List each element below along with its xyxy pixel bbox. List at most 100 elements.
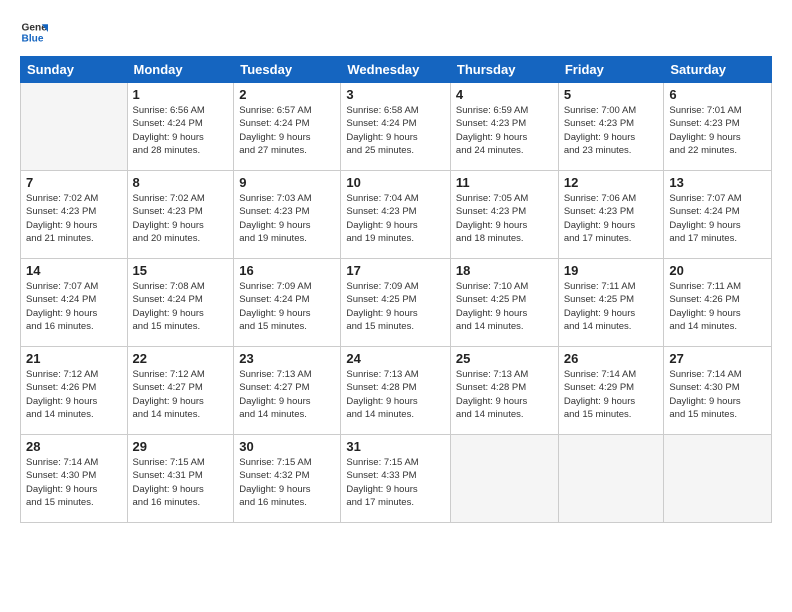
day-info: Sunrise: 6:57 AM Sunset: 4:24 PM Dayligh… <box>239 104 335 157</box>
day-info: Sunrise: 6:58 AM Sunset: 4:24 PM Dayligh… <box>346 104 445 157</box>
day-header-tuesday: Tuesday <box>234 57 341 83</box>
day-number: 19 <box>564 263 659 278</box>
calendar-cell <box>450 435 558 523</box>
day-number: 13 <box>669 175 766 190</box>
week-row-1: 1 Sunrise: 6:56 AM Sunset: 4:24 PM Daylig… <box>21 83 772 171</box>
week-row-5: 28 Sunrise: 7:14 AM Sunset: 4:30 PM Dayli… <box>21 435 772 523</box>
day-info: Sunrise: 7:05 AM Sunset: 4:23 PM Dayligh… <box>456 192 553 245</box>
calendar-cell: 5Sunrise: 7:00 AM Sunset: 4:23 PM Daylig… <box>558 83 664 171</box>
day-number: 25 <box>456 351 553 366</box>
day-header-saturday: Saturday <box>664 57 772 83</box>
page: General Blue SundayMondayTuesdayWednesda… <box>0 0 792 612</box>
day-number: 7 <box>26 175 122 190</box>
header: General Blue <box>20 18 772 46</box>
calendar-cell: 30 Sunrise: 7:15 AM Sunset: 4:32 PM Dayli… <box>234 435 341 523</box>
day-info: Sunrise: 6:56 AM Sunset: 4:24 PM Dayligh… <box>133 104 229 157</box>
logo-icon: General Blue <box>20 18 48 46</box>
day-header-sunday: Sunday <box>21 57 128 83</box>
day-info: Sunrise: 7:11 AM Sunset: 4:25 PM Dayligh… <box>564 280 659 333</box>
calendar-cell: 25 Sunrise: 7:13 AM Sunset: 4:28 PM Dayli… <box>450 347 558 435</box>
day-info: Sunrise: 7:14 AM Sunset: 4:29 PM Dayligh… <box>564 368 659 421</box>
day-info: Sunrise: 7:12 AM Sunset: 4:27 PM Dayligh… <box>133 368 229 421</box>
calendar-cell: 27 Sunrise: 7:14 AM Sunset: 4:30 PM Dayli… <box>664 347 772 435</box>
day-number: 9 <box>239 175 335 190</box>
day-number: 11 <box>456 175 553 190</box>
calendar-cell: 1 Sunrise: 6:56 AM Sunset: 4:24 PM Daylig… <box>127 83 234 171</box>
calendar-cell: 12 Sunrise: 7:06 AM Sunset: 4:23 PM Dayli… <box>558 171 664 259</box>
calendar-cell: 7Sunrise: 7:02 AM Sunset: 4:23 PM Daylig… <box>21 171 128 259</box>
logo: General Blue <box>20 18 48 46</box>
day-info: Sunrise: 7:10 AM Sunset: 4:25 PM Dayligh… <box>456 280 553 333</box>
day-number: 31 <box>346 439 445 454</box>
day-info: Sunrise: 7:00 AM Sunset: 4:23 PM Dayligh… <box>564 104 659 157</box>
day-number: 1 <box>133 87 229 102</box>
calendar-cell: 21 Sunrise: 7:12 AM Sunset: 4:26 PM Dayli… <box>21 347 128 435</box>
day-info: Sunrise: 7:04 AM Sunset: 4:23 PM Dayligh… <box>346 192 445 245</box>
svg-text:General: General <box>22 22 48 33</box>
calendar-cell: 24 Sunrise: 7:13 AM Sunset: 4:28 PM Dayli… <box>341 347 451 435</box>
calendar-cell <box>558 435 664 523</box>
week-row-3: 14 Sunrise: 7:07 AM Sunset: 4:24 PM Dayli… <box>21 259 772 347</box>
day-number: 8 <box>133 175 229 190</box>
day-info: Sunrise: 7:01 AM Sunset: 4:23 PM Dayligh… <box>669 104 766 157</box>
day-info: Sunrise: 7:09 AM Sunset: 4:25 PM Dayligh… <box>346 280 445 333</box>
day-number: 30 <box>239 439 335 454</box>
calendar-cell: 22 Sunrise: 7:12 AM Sunset: 4:27 PM Dayli… <box>127 347 234 435</box>
day-info: Sunrise: 7:15 AM Sunset: 4:33 PM Dayligh… <box>346 456 445 509</box>
day-header-monday: Monday <box>127 57 234 83</box>
day-info: Sunrise: 7:06 AM Sunset: 4:23 PM Dayligh… <box>564 192 659 245</box>
day-number: 4 <box>456 87 553 102</box>
day-info: Sunrise: 7:13 AM Sunset: 4:27 PM Dayligh… <box>239 368 335 421</box>
calendar-cell: 26 Sunrise: 7:14 AM Sunset: 4:29 PM Dayli… <box>558 347 664 435</box>
day-info: Sunrise: 7:09 AM Sunset: 4:24 PM Dayligh… <box>239 280 335 333</box>
day-info: Sunrise: 7:11 AM Sunset: 4:26 PM Dayligh… <box>669 280 766 333</box>
calendar-cell: 23 Sunrise: 7:13 AM Sunset: 4:27 PM Dayli… <box>234 347 341 435</box>
day-info: Sunrise: 7:12 AM Sunset: 4:26 PM Dayligh… <box>26 368 122 421</box>
day-number: 20 <box>669 263 766 278</box>
day-info: Sunrise: 7:13 AM Sunset: 4:28 PM Dayligh… <box>346 368 445 421</box>
day-number: 27 <box>669 351 766 366</box>
day-number: 23 <box>239 351 335 366</box>
calendar-cell: 18 Sunrise: 7:10 AM Sunset: 4:25 PM Dayli… <box>450 259 558 347</box>
calendar-cell: 19 Sunrise: 7:11 AM Sunset: 4:25 PM Dayli… <box>558 259 664 347</box>
calendar-cell: 20 Sunrise: 7:11 AM Sunset: 4:26 PM Dayli… <box>664 259 772 347</box>
calendar-cell: 14 Sunrise: 7:07 AM Sunset: 4:24 PM Dayli… <box>21 259 128 347</box>
day-number: 10 <box>346 175 445 190</box>
day-header-friday: Friday <box>558 57 664 83</box>
week-row-2: 7 Sunrise: 7:02 AM Sunset: 4:23 PM Daylig… <box>21 171 772 259</box>
calendar-cell: 3Sunrise: 6:58 AM Sunset: 4:24 PM Daylig… <box>341 83 451 171</box>
day-number: 12 <box>564 175 659 190</box>
day-number: 21 <box>26 351 122 366</box>
day-number: 24 <box>346 351 445 366</box>
day-info: Sunrise: 7:08 AM Sunset: 4:24 PM Dayligh… <box>133 280 229 333</box>
calendar-cell: 15 Sunrise: 7:08 AM Sunset: 4:24 PM Dayli… <box>127 259 234 347</box>
day-number: 18 <box>456 263 553 278</box>
day-number: 26 <box>564 351 659 366</box>
calendar-cell: 10 Sunrise: 7:04 AM Sunset: 4:23 PM Dayli… <box>341 171 451 259</box>
calendar-cell: 13Sunrise: 7:07 AM Sunset: 4:24 PM Dayli… <box>664 171 772 259</box>
day-number: 6 <box>669 87 766 102</box>
day-info: Sunrise: 7:14 AM Sunset: 4:30 PM Dayligh… <box>26 456 122 509</box>
calendar-cell: 8 Sunrise: 7:02 AM Sunset: 4:23 PM Daylig… <box>127 171 234 259</box>
calendar-cell <box>664 435 772 523</box>
calendar-cell: 17Sunrise: 7:09 AM Sunset: 4:25 PM Dayli… <box>341 259 451 347</box>
day-info: Sunrise: 7:07 AM Sunset: 4:24 PM Dayligh… <box>26 280 122 333</box>
day-info: Sunrise: 7:15 AM Sunset: 4:31 PM Dayligh… <box>133 456 229 509</box>
day-info: Sunrise: 7:15 AM Sunset: 4:32 PM Dayligh… <box>239 456 335 509</box>
calendar-cell: 4 Sunrise: 6:59 AM Sunset: 4:23 PM Daylig… <box>450 83 558 171</box>
day-number: 28 <box>26 439 122 454</box>
calendar-cell <box>21 83 128 171</box>
day-info: Sunrise: 6:59 AM Sunset: 4:23 PM Dayligh… <box>456 104 553 157</box>
day-info: Sunrise: 7:14 AM Sunset: 4:30 PM Dayligh… <box>669 368 766 421</box>
day-number: 22 <box>133 351 229 366</box>
calendar-cell: 29 Sunrise: 7:15 AM Sunset: 4:31 PM Dayli… <box>127 435 234 523</box>
day-info: Sunrise: 7:13 AM Sunset: 4:28 PM Dayligh… <box>456 368 553 421</box>
day-number: 29 <box>133 439 229 454</box>
day-number: 15 <box>133 263 229 278</box>
day-info: Sunrise: 7:02 AM Sunset: 4:23 PM Dayligh… <box>133 192 229 245</box>
calendar-cell: 9Sunrise: 7:03 AM Sunset: 4:23 PM Daylig… <box>234 171 341 259</box>
calendar-cell: 6 Sunrise: 7:01 AM Sunset: 4:23 PM Daylig… <box>664 83 772 171</box>
day-number: 16 <box>239 263 335 278</box>
day-header-wednesday: Wednesday <box>341 57 451 83</box>
day-number: 14 <box>26 263 122 278</box>
